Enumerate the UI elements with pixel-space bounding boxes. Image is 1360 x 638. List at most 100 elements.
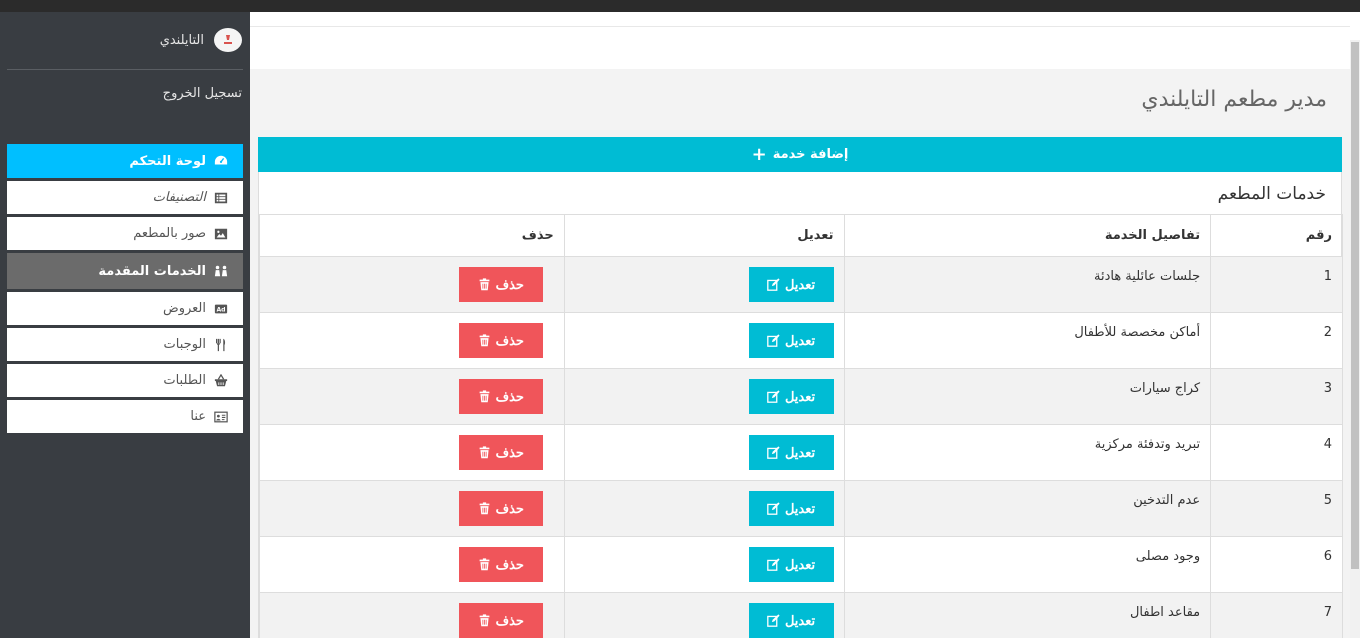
table-header-row: رقم تفاصيل الخدمة تعديل حذف bbox=[259, 214, 1343, 257]
sidebar-item-categories[interactable]: التصنيفات bbox=[7, 181, 243, 214]
svg-text:Ad: Ad bbox=[216, 306, 225, 313]
edit-icon bbox=[767, 278, 780, 291]
sidebar-menu: لوحة التحكم التصنيفات صور بالمطعم الخدما… bbox=[7, 144, 243, 436]
delete-button[interactable]: حذف bbox=[458, 435, 543, 470]
edit-cell: تعديل bbox=[563, 536, 845, 593]
edit-cell: تعديل bbox=[563, 592, 845, 638]
plus-icon: + bbox=[751, 143, 767, 165]
edit-button[interactable]: تعديل bbox=[748, 547, 834, 582]
edit-cell: تعديل bbox=[563, 424, 845, 481]
list-icon bbox=[214, 191, 228, 205]
delete-label: حذف bbox=[495, 332, 524, 348]
delete-button[interactable]: حذف bbox=[458, 547, 543, 582]
row-detail: جلسات عائلية هادئة bbox=[843, 256, 1212, 313]
add-service-label: إضافة خدمة bbox=[772, 147, 849, 162]
utensils-icon bbox=[214, 338, 228, 352]
trash-icon bbox=[479, 502, 489, 515]
delete-button[interactable]: حذف bbox=[458, 603, 543, 638]
trash-icon bbox=[479, 390, 489, 403]
logout-link[interactable]: تسجيل الخروج bbox=[163, 86, 242, 101]
scroll-thumb[interactable] bbox=[1351, 42, 1359, 569]
delete-cell: حذف bbox=[259, 256, 565, 313]
sidebar-item-label: التصنيفات bbox=[152, 190, 206, 205]
row-detail: عدم التدخين bbox=[843, 480, 1212, 537]
sidebar-item-services[interactable]: الخدمات المقدمة bbox=[7, 253, 243, 289]
delete-label: حذف bbox=[495, 500, 524, 516]
delete-button[interactable]: حذف bbox=[458, 267, 543, 302]
row-number: 2 bbox=[1210, 312, 1343, 369]
edit-cell: تعديل bbox=[563, 480, 845, 537]
sidebar-item-orders[interactable]: الطلبات bbox=[7, 364, 243, 397]
sidebar-item-label: العروض bbox=[162, 301, 206, 316]
trash-icon bbox=[479, 614, 489, 627]
sidebar-item-photos[interactable]: صور بالمطعم bbox=[7, 217, 243, 250]
ad-icon: Ad bbox=[214, 302, 228, 316]
delete-cell: حذف bbox=[259, 536, 565, 593]
edit-cell: تعديل bbox=[563, 368, 845, 425]
edit-button[interactable]: تعديل bbox=[748, 491, 834, 526]
sidebar-item-dashboard[interactable]: لوحة التحكم bbox=[7, 144, 243, 178]
user-name: التايلندي bbox=[159, 32, 204, 48]
avatar bbox=[214, 28, 242, 52]
edit-button[interactable]: تعديل bbox=[748, 379, 834, 414]
browser-top-bar bbox=[0, 0, 1360, 12]
user-info: التايلندي bbox=[160, 28, 242, 52]
delete-button[interactable]: حذف bbox=[458, 323, 543, 358]
table-row: 1 جلسات عائلية هادئة تعديل حذف bbox=[259, 256, 1343, 313]
delete-label: حذف bbox=[495, 276, 524, 292]
table-row: 3 كراج سيارات تعديل حذف bbox=[259, 368, 1343, 425]
basket-icon bbox=[214, 373, 228, 388]
row-number: 3 bbox=[1210, 368, 1343, 425]
delete-label: حذف bbox=[495, 444, 524, 460]
add-service-button[interactable]: + إضافة خدمة bbox=[258, 137, 1342, 172]
table-row: 4 تبريد وتدفئة مركزية تعديل حذف bbox=[259, 424, 1343, 481]
edit-label: تعديل bbox=[784, 500, 816, 516]
sidebar-item-label: عنا bbox=[190, 409, 206, 424]
delete-label: حذف bbox=[495, 388, 524, 404]
page-title: مدير مطعم التايلندي bbox=[1141, 87, 1327, 112]
sidebar-item-about[interactable]: عنا bbox=[7, 400, 243, 433]
edit-label: تعديل bbox=[784, 332, 816, 348]
delete-cell: حذف bbox=[259, 480, 565, 537]
table-row: 2 أماكن مخصصة للأطفال تعديل حذف bbox=[259, 312, 1343, 369]
row-number: 4 bbox=[1210, 424, 1343, 481]
sidebar-divider bbox=[7, 69, 243, 70]
image-icon bbox=[214, 227, 228, 241]
page-scrollbar[interactable] bbox=[1350, 40, 1360, 638]
sidebar-item-label: لوحة التحكم bbox=[129, 153, 206, 169]
edit-label: تعديل bbox=[784, 276, 816, 292]
row-number: 7 bbox=[1210, 592, 1343, 638]
edit-cell: تعديل bbox=[563, 312, 845, 369]
row-detail: كراج سيارات bbox=[843, 368, 1212, 425]
sidebar-item-offers[interactable]: Ad العروض bbox=[7, 292, 243, 325]
delete-cell: حذف bbox=[259, 368, 565, 425]
edit-button[interactable]: تعديل bbox=[748, 323, 834, 358]
sidebar: التايلندي تسجيل الخروج لوحة التحكم التصن… bbox=[0, 12, 250, 638]
trash-icon bbox=[479, 278, 489, 291]
edit-icon bbox=[767, 334, 780, 347]
delete-button[interactable]: حذف bbox=[458, 491, 543, 526]
edit-icon bbox=[767, 502, 780, 515]
edit-button[interactable]: تعديل bbox=[748, 267, 834, 302]
row-detail: مقاعد اطفال bbox=[843, 592, 1212, 638]
user-logo-icon bbox=[224, 35, 232, 44]
edit-cell: تعديل bbox=[563, 256, 845, 313]
header-edit: تعديل bbox=[563, 214, 845, 257]
edit-icon bbox=[767, 558, 780, 571]
sidebar-item-label: الوجبات bbox=[163, 337, 206, 352]
edit-button[interactable]: تعديل bbox=[748, 603, 834, 638]
edit-label: تعديل bbox=[784, 612, 816, 628]
header-delete: حذف bbox=[259, 214, 565, 257]
delete-label: حذف bbox=[495, 612, 524, 628]
header-number: رقم bbox=[1210, 214, 1343, 257]
sidebar-item-meals[interactable]: الوجبات bbox=[7, 328, 243, 361]
delete-cell: حذف bbox=[259, 312, 565, 369]
row-number: 6 bbox=[1210, 536, 1343, 593]
header-details: تفاصيل الخدمة bbox=[843, 214, 1212, 257]
row-detail: تبريد وتدفئة مركزية bbox=[843, 424, 1212, 481]
people-icon bbox=[214, 264, 228, 278]
row-number: 5 bbox=[1210, 480, 1343, 537]
sidebar-item-label: الطلبات bbox=[163, 373, 206, 388]
delete-button[interactable]: حذف bbox=[458, 379, 543, 414]
edit-button[interactable]: تعديل bbox=[748, 435, 834, 470]
